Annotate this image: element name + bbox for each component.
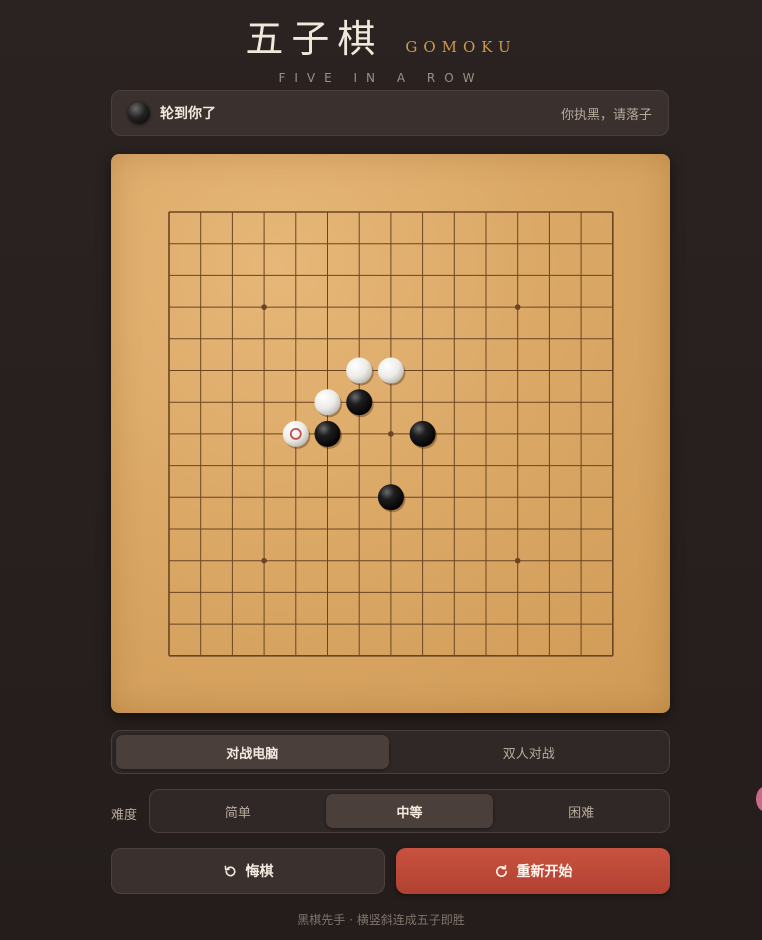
white-stone bbox=[314, 389, 341, 416]
white-stone bbox=[282, 420, 309, 447]
restart-label: 重新开始 bbox=[516, 864, 573, 880]
black-stone-icon bbox=[128, 102, 150, 124]
board-grid[interactable] bbox=[111, 154, 670, 713]
black-stone bbox=[346, 389, 373, 416]
black-stone bbox=[314, 420, 341, 447]
undo-button[interactable]: 悔棋 bbox=[111, 848, 385, 894]
turn-status-text: 轮到你了 bbox=[160, 106, 216, 122]
difficulty-hard[interactable]: 困难 bbox=[497, 794, 665, 828]
tab-vs-computer[interactable]: 对战电脑 bbox=[116, 735, 389, 769]
footer-rules: 黑棋先手 · 横竖斜连成五子即胜 bbox=[297, 913, 465, 927]
restart-button[interactable]: 重新开始 bbox=[396, 848, 670, 894]
white-stone bbox=[377, 357, 404, 384]
white-stone bbox=[346, 357, 373, 384]
star-point bbox=[261, 304, 267, 310]
difficulty-medium[interactable]: 中等 bbox=[325, 794, 494, 828]
black-stone bbox=[409, 420, 436, 447]
mode-selector: 对战电脑 双人对战 bbox=[111, 730, 670, 774]
undo-label: 悔棋 bbox=[245, 864, 274, 880]
star-point bbox=[514, 557, 521, 564]
star-point bbox=[388, 431, 394, 437]
page-subtitle: FIVE IN A ROW bbox=[278, 71, 484, 85]
tab-two-player[interactable]: 双人对战 bbox=[393, 735, 666, 769]
page-title-english: GOMOKU bbox=[405, 38, 517, 56]
game-board[interactable] bbox=[111, 154, 670, 713]
difficulty-easy[interactable]: 简单 bbox=[154, 794, 322, 828]
black-stone bbox=[377, 484, 404, 511]
refresh-icon bbox=[494, 864, 509, 879]
star-point bbox=[514, 304, 521, 310]
floating-side-button[interactable] bbox=[756, 786, 762, 812]
undo-icon bbox=[223, 864, 238, 879]
turn-status-bar: 轮到你了 你执黑，请落子 bbox=[111, 90, 669, 136]
header: 五子棋 GOMOKU FIVE IN A ROW bbox=[0, 8, 762, 85]
page-title: 五子棋 bbox=[245, 17, 384, 61]
star-point bbox=[261, 557, 267, 564]
difficulty-selector: 简单 中等 困难 bbox=[149, 789, 670, 833]
difficulty-label: 难度 bbox=[111, 808, 138, 823]
turn-status-hint: 你执黑，请落子 bbox=[560, 107, 652, 123]
